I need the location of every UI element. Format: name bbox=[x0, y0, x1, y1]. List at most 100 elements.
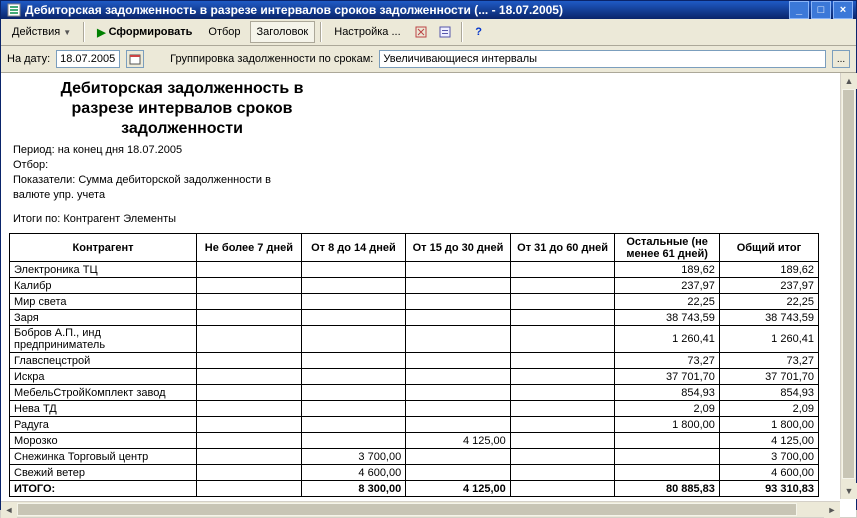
cell-value: 1 260,41 bbox=[719, 326, 818, 353]
table-row[interactable]: Бобров А.П., инд предприниматель1 260,41… bbox=[10, 326, 819, 353]
cell-value bbox=[301, 353, 406, 369]
maximize-button[interactable]: □ bbox=[811, 1, 831, 19]
meta-period: Период: на конец дня 18.07.2005 bbox=[13, 143, 836, 158]
cell-value: 854,93 bbox=[615, 385, 720, 401]
col-c4: От 31 до 60 дней bbox=[510, 234, 615, 262]
date-input[interactable] bbox=[56, 50, 120, 68]
cell-value: 854,93 bbox=[719, 385, 818, 401]
table-total-row: ИТОГО:8 300,004 125,0080 885,8393 310,83 bbox=[10, 481, 819, 497]
cell-value bbox=[301, 326, 406, 353]
form-button[interactable]: ▶ Сформировать bbox=[90, 21, 199, 43]
separator bbox=[320, 22, 322, 42]
cell-name: Свежий ветер bbox=[10, 465, 197, 481]
play-icon: ▶ bbox=[97, 26, 105, 39]
cell-name: Снежинка Торговый центр bbox=[10, 449, 197, 465]
table-row[interactable]: Электроника ТЦ189,62189,62 bbox=[10, 262, 819, 278]
cell-value bbox=[301, 433, 406, 449]
cell-value: 237,97 bbox=[615, 278, 720, 294]
table-row[interactable]: Нева ТД2,092,09 bbox=[10, 401, 819, 417]
report-table: Контрагент Не более 7 дней От 8 до 14 дн… bbox=[9, 233, 819, 497]
table-row[interactable]: Радуга1 800,001 800,00 bbox=[10, 417, 819, 433]
cell-value: 37 701,70 bbox=[719, 369, 818, 385]
cell-value: 1 260,41 bbox=[615, 326, 720, 353]
cell-value: 38 743,59 bbox=[615, 310, 720, 326]
cell-value bbox=[510, 417, 615, 433]
scroll-left-icon[interactable]: ◄ bbox=[1, 502, 17, 518]
cell-value bbox=[510, 262, 615, 278]
table-row[interactable]: Искра37 701,7037 701,70 bbox=[10, 369, 819, 385]
col-c3: От 15 до 30 дней bbox=[406, 234, 511, 262]
cell-value bbox=[406, 262, 511, 278]
cell-value bbox=[197, 310, 302, 326]
cell-total-value: 8 300,00 bbox=[301, 481, 406, 497]
cell-value bbox=[510, 401, 615, 417]
scroll-down-icon[interactable]: ▼ bbox=[841, 483, 857, 499]
cell-name: МебельСтройКомплект завод bbox=[10, 385, 197, 401]
cell-value bbox=[197, 433, 302, 449]
group-picker-button[interactable]: ... bbox=[832, 50, 850, 68]
cell-value bbox=[406, 385, 511, 401]
cell-value: 2,09 bbox=[719, 401, 818, 417]
cell-value bbox=[197, 326, 302, 353]
cell-value bbox=[510, 353, 615, 369]
cell-name: Нева ТД bbox=[10, 401, 197, 417]
params-bar: На дату: Группировка задолженности по ср… bbox=[1, 46, 856, 73]
col-name: Контрагент bbox=[10, 234, 197, 262]
cell-value bbox=[197, 262, 302, 278]
cell-value bbox=[406, 369, 511, 385]
filter-button[interactable]: Отбор bbox=[201, 21, 247, 43]
cell-value bbox=[197, 401, 302, 417]
header-label: Заголовок bbox=[257, 26, 309, 38]
cell-value: 237,97 bbox=[719, 278, 818, 294]
group-label: Группировка задолженности по срокам: bbox=[170, 53, 373, 65]
help-button[interactable]: ? bbox=[468, 21, 490, 43]
cell-value: 3 700,00 bbox=[719, 449, 818, 465]
cell-value bbox=[510, 433, 615, 449]
table-row[interactable]: Мир света22,2522,25 bbox=[10, 294, 819, 310]
minimize-button[interactable]: _ bbox=[789, 1, 809, 19]
table-row[interactable]: Морозко4 125,004 125,00 bbox=[10, 433, 819, 449]
settings-button[interactable]: Настройка ... bbox=[327, 21, 407, 43]
cell-value: 189,62 bbox=[615, 262, 720, 278]
cell-value: 38 743,59 bbox=[719, 310, 818, 326]
col-c5: Остальные (не менее 61 дней) bbox=[615, 234, 720, 262]
tool-icon-2[interactable] bbox=[434, 21, 456, 43]
actions-menu[interactable]: Действия ▼ bbox=[5, 21, 78, 43]
tool-icon-1[interactable] bbox=[410, 21, 432, 43]
horizontal-scrollbar[interactable]: ◄ ► bbox=[1, 501, 840, 517]
table-header-row: Контрагент Не более 7 дней От 8 до 14 дн… bbox=[10, 234, 819, 262]
report-area: Дебиторская задолженность в разрезе инте… bbox=[1, 73, 856, 517]
cell-value: 4 125,00 bbox=[406, 433, 511, 449]
table-row[interactable]: МебельСтройКомплект завод 854,93854,93 bbox=[10, 385, 819, 401]
table-row[interactable]: Заря38 743,5938 743,59 bbox=[10, 310, 819, 326]
cell-name: Радуга bbox=[10, 417, 197, 433]
col-c2: От 8 до 14 дней bbox=[301, 234, 406, 262]
table-row[interactable]: Свежий ветер4 600,004 600,00 bbox=[10, 465, 819, 481]
cell-value bbox=[510, 326, 615, 353]
cell-value: 189,62 bbox=[719, 262, 818, 278]
cell-value: 37 701,70 bbox=[615, 369, 720, 385]
calendar-button[interactable] bbox=[126, 50, 144, 68]
cell-value bbox=[510, 465, 615, 481]
cell-name: Главспецстрой bbox=[10, 353, 197, 369]
vertical-scrollbar[interactable]: ▲ ▼ bbox=[840, 73, 856, 499]
cell-value bbox=[197, 385, 302, 401]
calendar-icon bbox=[129, 53, 141, 65]
cell-value bbox=[197, 353, 302, 369]
scroll-up-icon[interactable]: ▲ bbox=[841, 73, 857, 89]
table-row[interactable]: Главспецстрой73,2773,27 bbox=[10, 353, 819, 369]
header-button[interactable]: Заголовок bbox=[250, 21, 316, 43]
help-icon: ? bbox=[475, 26, 482, 38]
cell-value bbox=[197, 417, 302, 433]
scroll-right-icon[interactable]: ► bbox=[824, 502, 840, 518]
cell-value bbox=[406, 353, 511, 369]
cell-value bbox=[197, 449, 302, 465]
group-input[interactable] bbox=[379, 50, 826, 68]
close-button[interactable]: × bbox=[833, 1, 853, 19]
cell-value: 1 800,00 bbox=[615, 417, 720, 433]
table-row[interactable]: Калибр237,97237,97 bbox=[10, 278, 819, 294]
cell-name: Морозко bbox=[10, 433, 197, 449]
table-row[interactable]: Снежинка Торговый центр3 700,003 700,00 bbox=[10, 449, 819, 465]
cell-value bbox=[406, 278, 511, 294]
scroll-thumb-v[interactable] bbox=[842, 89, 855, 479]
